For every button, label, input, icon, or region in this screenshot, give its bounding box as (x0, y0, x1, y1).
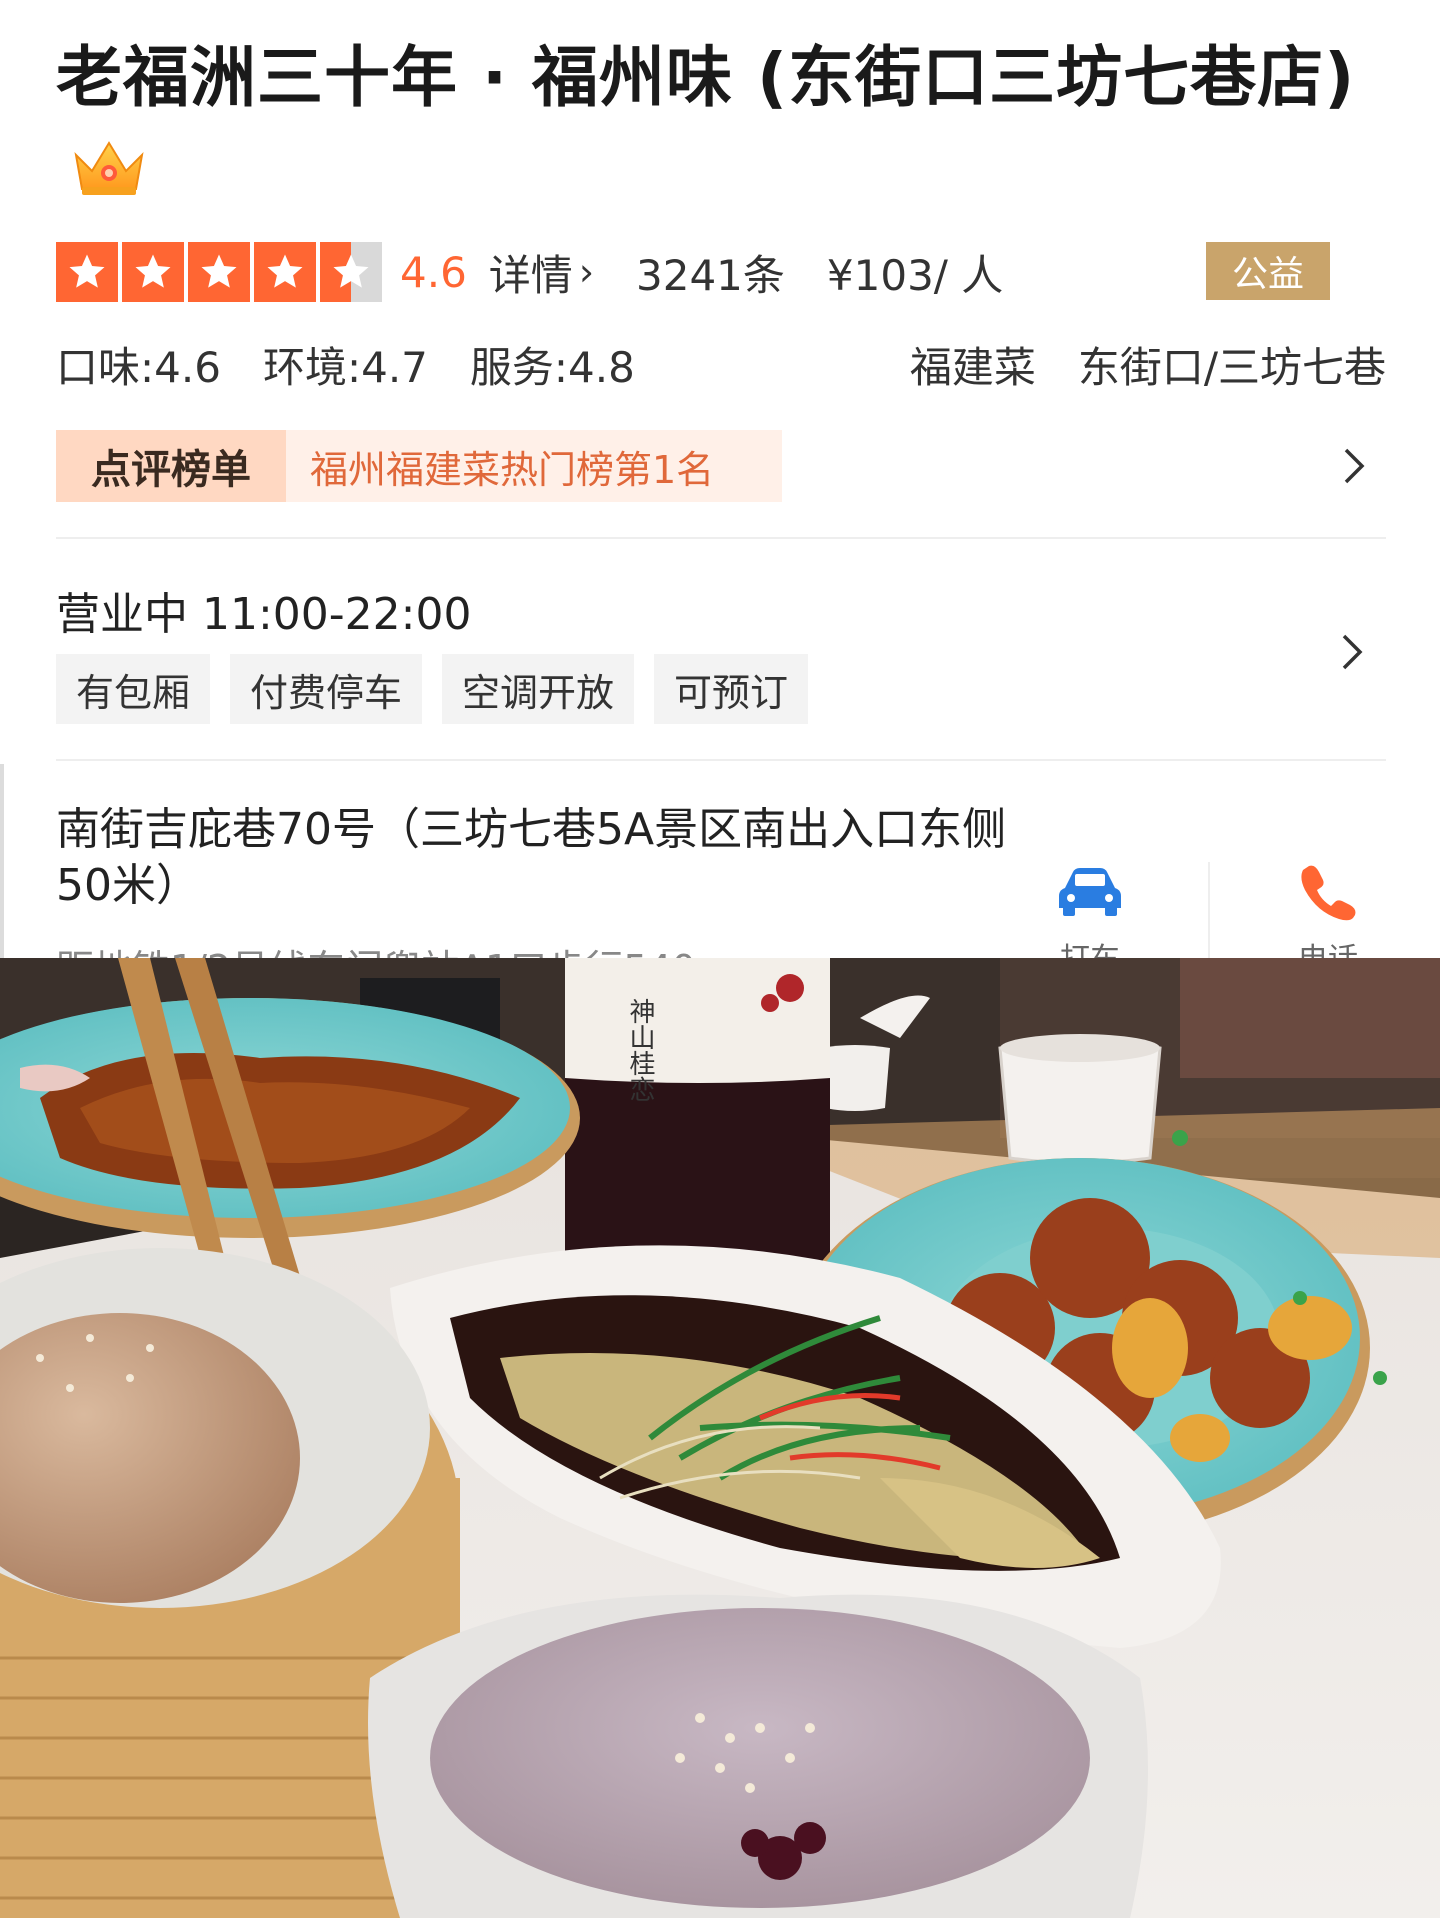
facility-tag: 空调开放 (442, 654, 635, 724)
action-divider (1208, 862, 1210, 958)
ranking-text: 福州福建菜热门榜第1名 (286, 430, 782, 502)
car-icon (1059, 868, 1121, 916)
phone-label: 电话 (1298, 934, 1358, 958)
food-photo: 神山桂恋 (0, 958, 1440, 1918)
rating-detail-link[interactable]: 详情 › (489, 242, 594, 303)
store-info-card: 老福洲三十年 · 福州味 (东街口三坊七巷店) 4.6 详情 › 3241条 ¥… (0, 0, 1440, 958)
subscore-row: 口味:4.6 环境:4.7 服务:4.8 福建菜 东街口/三坊七巷 (56, 334, 1386, 394)
ranking-badge-label: 点评榜单 (91, 447, 251, 493)
facility-tag: 付费停车 (230, 654, 423, 724)
service-score: 服务:4.8 (469, 342, 635, 392)
cuisine-link[interactable]: 福建菜 (910, 334, 1036, 395)
rating-row: 4.6 详情 › 3241条 ¥103/ 人 公益 (56, 242, 1386, 302)
food-photo-illustration: 神山桂恋 (0, 958, 1440, 1918)
facility-tag: 可预订 (654, 654, 809, 724)
store-address[interactable]: 南街吉庇巷70号（三坊七巷5A景区南出入口东侧50米） (56, 802, 1016, 914)
star-icon (56, 242, 118, 302)
half-star-icon (320, 242, 382, 302)
chevron-right-icon[interactable] (1338, 630, 1366, 674)
ranking-row[interactable]: 点评榜单 福州福建菜热门榜第1名 (56, 430, 1386, 502)
star-rating (56, 242, 382, 302)
taxi-label: 打车 (1060, 934, 1120, 958)
store-name: 老福洲三十年 · 福州味 (东街口三坊七巷店) (56, 39, 1356, 116)
category-info: 福建菜 东街口/三坊七巷 (910, 334, 1386, 395)
area-link[interactable]: 东街口/三坊七巷 (1078, 334, 1386, 395)
crown-icon (70, 133, 148, 197)
star-icon (188, 242, 250, 302)
taste-score: 口味:4.6 (56, 342, 221, 392)
phone-icon (1301, 865, 1356, 921)
ranking-badge: 点评榜单 (56, 430, 286, 502)
review-count[interactable]: 3241条 (636, 242, 785, 303)
facility-tag: 有包厢 (56, 654, 211, 724)
environment-score: 环境:4.7 (262, 342, 428, 392)
divider (56, 759, 1386, 761)
facility-tags: 有包厢 付费停车 空调开放 可预订 (56, 654, 809, 724)
star-icon (122, 242, 184, 302)
scroll-edge (0, 764, 4, 958)
bottle-label: 神山桂恋 (625, 998, 655, 1102)
phone-button[interactable]: 电话 (1268, 862, 1388, 958)
detail-label: 详情 (488, 250, 573, 300)
rating-score: 4.6 (400, 247, 467, 297)
store-title: 老福洲三十年 · 福州味 (东街口三坊七巷店) (56, 34, 1356, 210)
charity-badge[interactable]: 公益 (1206, 242, 1330, 300)
chevron-right-icon (1344, 448, 1365, 484)
subway-info: 距地铁1/2号线东门兜站A1口步行540 (56, 938, 956, 958)
divider (56, 537, 1386, 539)
price-per-person: ¥103/ 人 (826, 250, 1004, 300)
chevron-right-icon: › (578, 250, 595, 294)
business-hours[interactable]: 营业中 11:00-22:00 (56, 578, 471, 642)
star-icon (254, 242, 316, 302)
taxi-button[interactable]: 打车 (1030, 862, 1150, 958)
